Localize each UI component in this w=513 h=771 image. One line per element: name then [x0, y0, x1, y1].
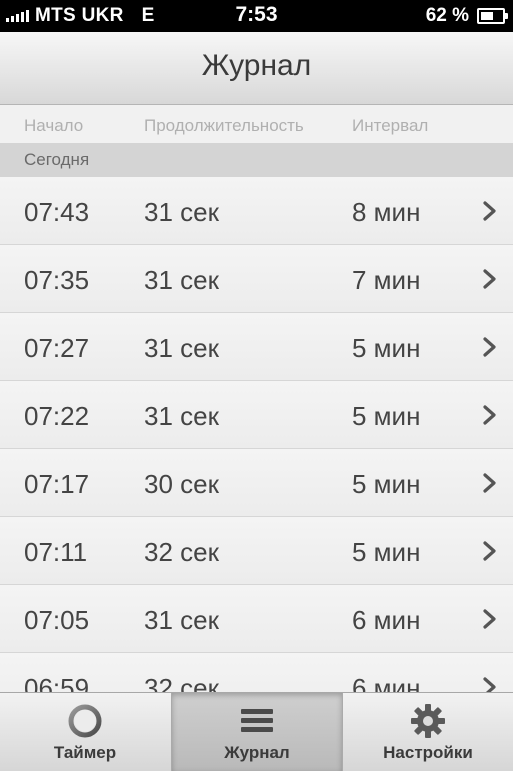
- section-title: Сегодня: [24, 150, 90, 169]
- table-row[interactable]: 07:11 32 сек 5 мин: [0, 517, 513, 585]
- row-interval: 5 мин: [352, 537, 421, 567]
- row-interval: 8 мин: [352, 197, 421, 227]
- row-duration: 31 сек: [144, 605, 219, 635]
- row-duration: 31 сек: [144, 333, 219, 363]
- tab-label: Настройки: [383, 743, 473, 762]
- table-row[interactable]: 07:22 31 сек 5 мин: [0, 381, 513, 449]
- table-row[interactable]: 07:43 31 сек 8 мин: [0, 177, 513, 245]
- row-start-time: 07:27: [24, 333, 90, 363]
- gear-icon: [411, 704, 445, 738]
- table-row[interactable]: 06:59 32 сек 6 мин: [0, 653, 513, 692]
- section-header: Сегодня: [0, 143, 513, 177]
- row-interval: 7 мин: [352, 265, 421, 295]
- row-interval: 6 мин: [352, 673, 421, 692]
- battery-percent: 62 %: [425, 5, 469, 26]
- chevron-right-icon: [483, 201, 496, 221]
- row-start-time: 07:17: [24, 469, 90, 499]
- column-header-interval: Интервал: [352, 116, 429, 135]
- chevron-right-icon: [483, 677, 496, 692]
- tab-label: Журнал: [224, 743, 290, 762]
- chevron-right-icon: [483, 541, 496, 561]
- row-duration: 31 сек: [144, 265, 219, 295]
- chevron-right-icon: [483, 269, 496, 289]
- row-interval: 5 мин: [352, 469, 421, 499]
- timer-ring-icon: [68, 704, 102, 738]
- column-header-start: Начало: [24, 116, 84, 135]
- column-headers: Начало Продолжительность Интервал: [0, 105, 513, 143]
- row-duration: 32 сек: [144, 673, 219, 692]
- page-title: Журнал: [201, 49, 312, 82]
- chevron-right-icon: [483, 473, 496, 493]
- table-row[interactable]: 07:35 31 сек 7 мин: [0, 245, 513, 313]
- row-duration: 31 сек: [144, 197, 219, 227]
- row-duration: 30 сек: [144, 469, 219, 499]
- row-start-time: 07:11: [24, 537, 88, 567]
- column-header-duration: Продолжительность: [144, 116, 304, 135]
- tab-label: Таймер: [53, 743, 117, 762]
- row-start-time: 07:35: [24, 265, 90, 295]
- row-start-time: 06:59: [24, 673, 90, 692]
- list-lines-icon: [241, 709, 273, 732]
- row-interval: 5 мин: [352, 333, 421, 363]
- table-row[interactable]: 07:05 31 сек 6 мин: [0, 585, 513, 653]
- log-list: 07:43 31 сек 8 мин 07:35 31 сек 7 мин 07…: [0, 177, 513, 692]
- chevron-right-icon: [483, 609, 496, 629]
- row-interval: 5 мин: [352, 401, 421, 431]
- status-bar: MTS UKR E 7:53 62 %: [0, 0, 513, 32]
- tab-bar: Таймер Журнал Настройки: [0, 692, 513, 771]
- row-duration: 31 сек: [144, 401, 219, 431]
- row-interval: 6 мин: [352, 605, 421, 635]
- row-start-time: 07:43: [24, 197, 90, 227]
- tab-journal[interactable]: Журнал: [171, 693, 343, 771]
- battery-icon: [477, 8, 508, 24]
- navigation-bar: Журнал: [0, 32, 513, 105]
- row-start-time: 07:05: [24, 605, 90, 635]
- chevron-right-icon: [483, 337, 496, 357]
- row-start-time: 07:22: [24, 401, 90, 431]
- table-row[interactable]: 07:27 31 сек 5 мин: [0, 313, 513, 381]
- tab-settings[interactable]: Настройки: [343, 693, 513, 771]
- chevron-right-icon: [483, 405, 496, 425]
- table-row[interactable]: 07:17 30 сек 5 мин: [0, 449, 513, 517]
- row-duration: 32 сек: [144, 537, 219, 567]
- tab-timer[interactable]: Таймер: [0, 693, 170, 771]
